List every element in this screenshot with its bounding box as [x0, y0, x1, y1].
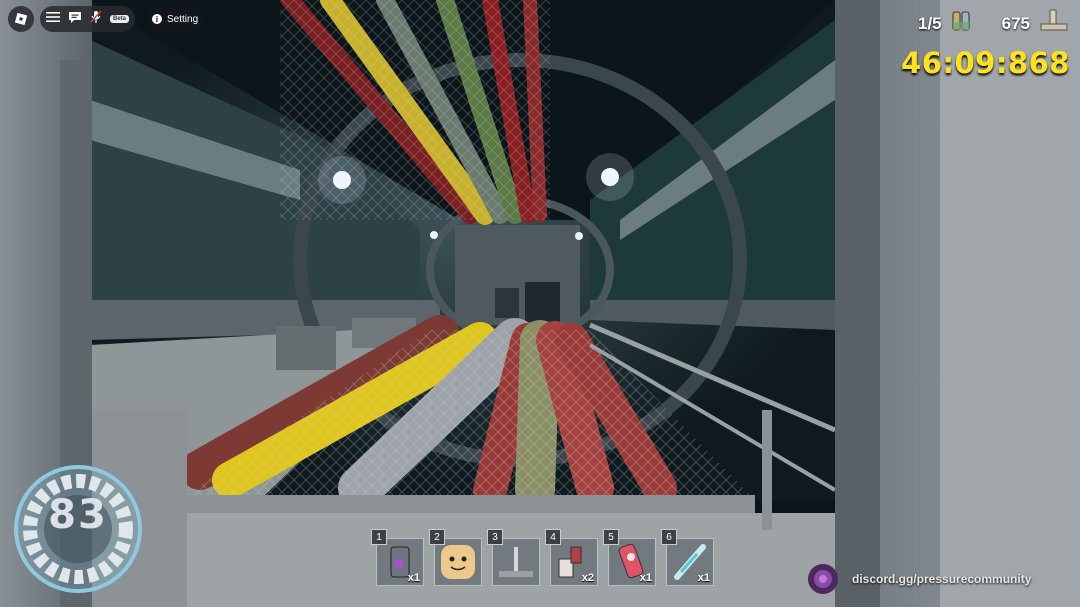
face-block-icon	[441, 545, 475, 579]
slot-number: 2	[429, 529, 445, 545]
lever-icon	[499, 547, 533, 577]
setting-icon: i	[152, 14, 162, 24]
hotbar-slot-6[interactable]: 6 x1	[661, 529, 714, 586]
slot-number: 6	[661, 529, 677, 545]
currency-stack-icon	[1038, 8, 1070, 39]
hotbar-slot-2[interactable]: 2	[429, 529, 482, 586]
slot-number: 3	[487, 529, 503, 545]
stamina-value: 83	[48, 492, 108, 538]
inventory-hotbar: 1 x1 2 3 4 x2 5 x1 6 x1	[371, 529, 714, 586]
battery-cells-icon	[950, 8, 976, 39]
hotbar-slot-4[interactable]: 4 x2	[545, 529, 598, 586]
slot-count: x1	[639, 572, 652, 584]
hamburger-menu-icon[interactable]	[46, 10, 60, 28]
run-timer: 46:09:868	[901, 46, 1070, 80]
game-scene	[0, 0, 1080, 607]
currency-count: 675	[1001, 13, 1030, 33]
slot-number: 1	[371, 529, 387, 545]
setting-button[interactable]: i Setting	[146, 8, 205, 30]
slot-count: x2	[581, 572, 594, 584]
stamina-gauge: 83	[6, 462, 150, 596]
slot-count: x1	[407, 572, 420, 584]
slot-number: 4	[545, 529, 561, 545]
toolbar-pill: Beta	[40, 6, 136, 32]
keycard-count: 1/5	[917, 13, 942, 33]
roblox-menu-button[interactable]	[8, 6, 34, 32]
setting-label: Setting	[167, 13, 199, 25]
chat-bubble-icon[interactable]	[68, 10, 82, 29]
discord-link: discord.gg/pressurecommunity	[852, 572, 1032, 586]
hotbar-slot-5[interactable]: 5 x1	[603, 529, 656, 586]
discord-watermark: discord.gg/pressurecommunity	[806, 562, 1031, 596]
beta-badge: Beta	[110, 15, 130, 23]
slot-count: x1	[697, 572, 710, 584]
top-toolbar: Beta	[8, 6, 136, 32]
resource-hud: 1/5 675	[918, 8, 1070, 39]
roblox-logo-icon	[14, 12, 28, 26]
slot-number: 5	[603, 529, 619, 545]
pressure-logo-icon	[808, 564, 838, 594]
microphone-muted-icon[interactable]	[90, 10, 102, 29]
hotbar-slot-3[interactable]: 3	[487, 529, 540, 586]
hotbar-slot-1[interactable]: 1 x1	[371, 529, 424, 586]
